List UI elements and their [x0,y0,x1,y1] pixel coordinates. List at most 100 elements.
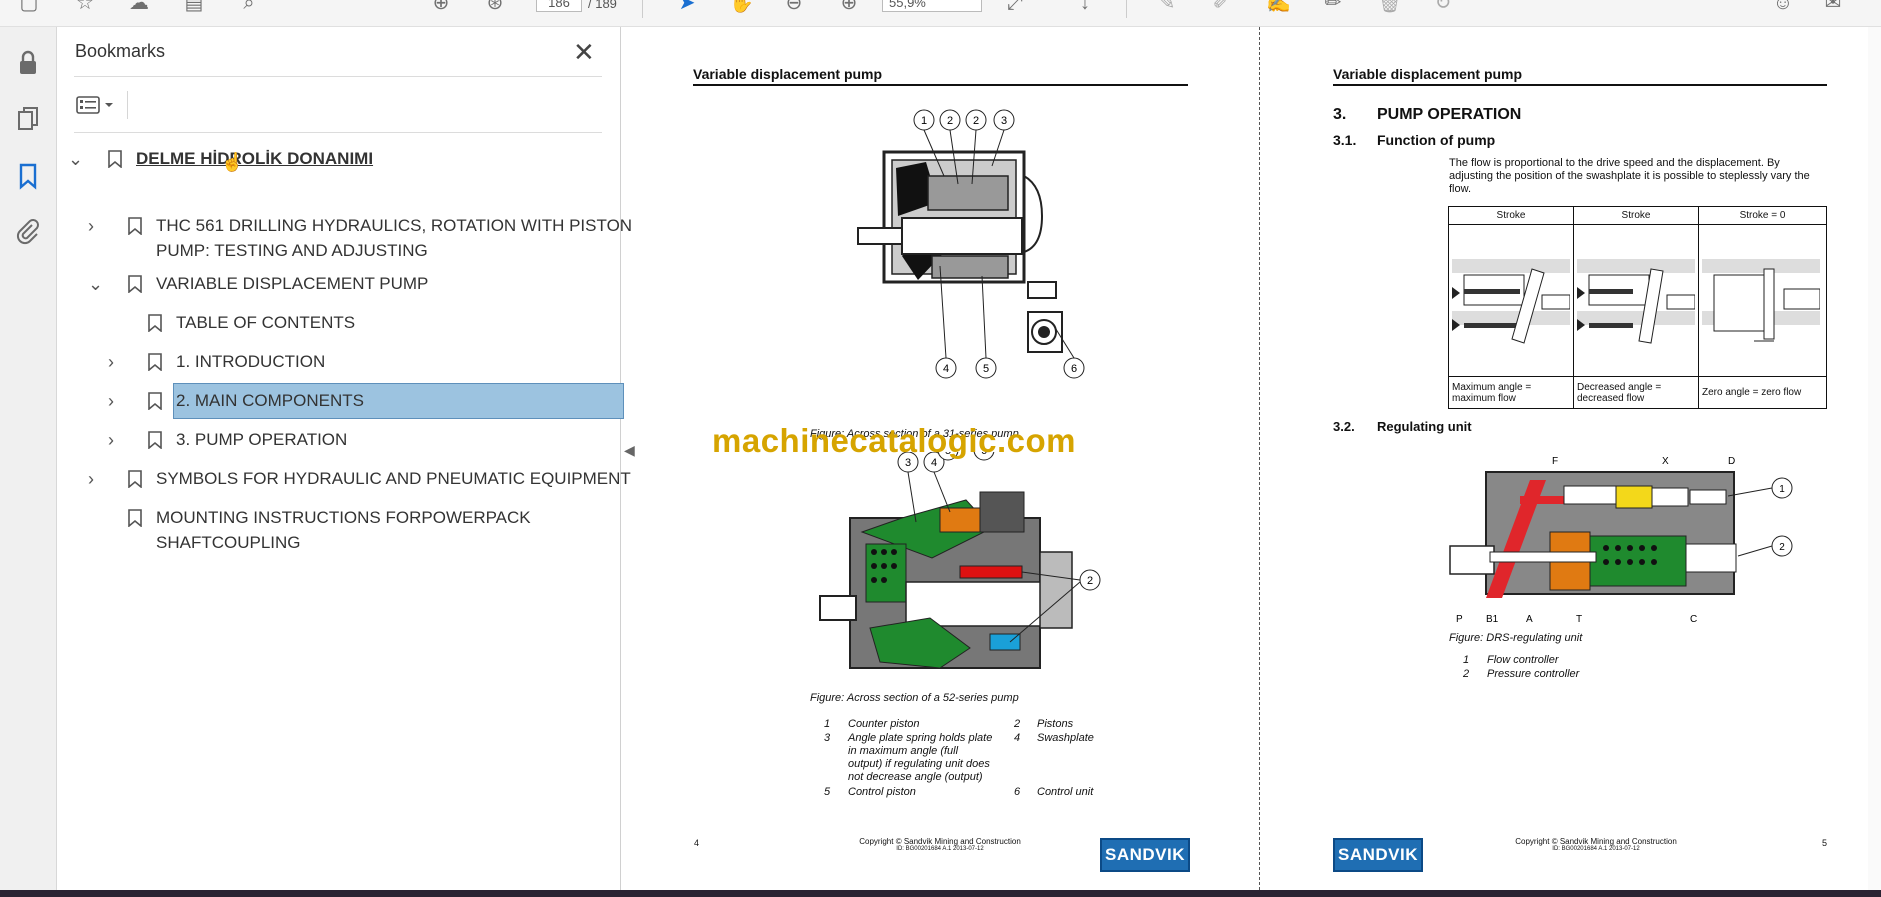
subsection-number: 3.2. [1333,419,1355,434]
legend-number: 2 [1463,668,1470,680]
document-id: ID: BG00201684 A.1 2013-07-12 [896,846,984,852]
bookmarks-icon[interactable] [12,160,44,192]
port-label: C [1690,614,1697,625]
legend-text: Flow controller [1487,654,1559,666]
chevron-right-icon[interactable]: › [108,386,122,416]
bookmark-item-symbols[interactable]: › SYMBOLS FOR HYDRAULIC AND PNEUMATIC EQ… [88,464,631,494]
bookmark-label-line2: PUMP: TESTING AND ADJUSTING [156,241,428,260]
toolbar-divider [1126,0,1127,18]
search-icon[interactable]: ⌕ [238,0,260,14]
table-caption: Zero angle = zero flow [1698,376,1827,409]
bookmark-item-toc[interactable]: TABLE OF CONTENTS [108,308,608,338]
section-number: 3. [1333,106,1347,123]
port-label: X [1662,456,1669,467]
mail-icon[interactable]: ✉ [1822,0,1844,14]
left-navigation-rail [0,27,57,897]
page-header: Variable displacement pump [693,66,883,82]
swashplate-decreased-diagram [1573,224,1699,377]
zoom-out-icon[interactable]: ⊖ [783,0,805,14]
bookmark-icon [148,392,162,410]
scroll-mode-icon[interactable]: ↓ [1074,0,1096,14]
bookmark-item-variable-pump[interactable]: ⌄ VARIABLE DISPLACEMENT PUMP [88,269,608,299]
zoom-field[interactable]: 55,9% [882,0,982,12]
page-header: Variable displacement pump [1333,66,1523,82]
bookmark-label: THC 561 DRILLING HYDRAULICS, ROTATION WI… [156,216,633,235]
legend-number: 5 [824,786,831,798]
chevron-right-icon[interactable]: › [108,347,122,377]
legend-number: 2 [1014,718,1021,730]
zoom-in-icon[interactable]: ⊕ [838,0,860,14]
rotate-icon[interactable]: ↻ [1432,0,1454,14]
delete-icon[interactable]: 🗑 [1377,0,1402,14]
chevron-down-icon[interactable]: ⌄ [68,144,83,174]
header-rule [1333,84,1827,86]
header-rule [693,84,1188,86]
table-header: Stroke [1448,206,1574,225]
select-cursor-icon[interactable]: ➤ [676,0,698,14]
copyright: Copyright © Sandvik Mining and Construct… [859,837,1021,846]
bookmark-label: 3. PUMP OPERATION [176,430,348,449]
collapse-panel-icon[interactable]: ◀ [624,442,638,472]
bookmark-icon [148,314,162,332]
page-down-icon[interactable]: ⊛ [484,0,506,14]
bookmark-label: VARIABLE DISPLACEMENT PUMP [156,274,429,293]
page-number: 5 [1822,838,1828,848]
attachment-icon[interactable] [12,216,44,248]
page-number: 4 [694,838,700,848]
bookmark-options-button[interactable] [75,91,121,119]
legend-text: Swashplate [1037,732,1094,744]
bookmark-item-main-components[interactable]: › 2. MAIN COMPONENTS [108,383,624,419]
chevron-right-icon[interactable]: › [88,211,102,241]
print-icon[interactable]: ▤ [183,0,205,14]
bookmark-star-icon[interactable]: ☆ [74,0,96,14]
callout: 3 [1001,115,1007,127]
bookmark-label: 2. MAIN COMPONENTS [173,383,624,419]
callout: 2 [947,115,953,127]
divider [74,132,602,133]
bookmark-label: SYMBOLS FOR HYDRAULIC AND PNEUMATIC EQUI… [156,469,631,488]
account-icon[interactable]: ☺ [1772,0,1794,14]
chevron-right-icon[interactable]: › [108,425,122,455]
highlight-icon[interactable]: ✐ [1210,0,1232,14]
close-icon[interactable]: ✕ [573,37,595,68]
bookmarks-title: Bookmarks [75,41,166,61]
bookmark-item-pump-operation[interactable]: › 3. PUMP OPERATION [108,425,608,455]
subsection-title: Function of pump [1377,132,1496,148]
chevron-right-icon[interactable]: › [88,464,102,494]
cloud-icon[interactable]: ☁ [128,0,150,14]
legend-text: in maximum angle (full [848,745,959,757]
vertical-scrollbar[interactable] [1868,27,1881,890]
fit-page-icon[interactable]: ⤢ [1004,0,1026,14]
page-up-icon[interactable]: ⊕ [430,0,452,14]
hand-tool-icon[interactable]: ✋ [729,0,754,14]
callout: 2 [973,115,979,127]
port-label: D [1728,456,1735,467]
lock-icon[interactable] [12,47,44,79]
bookmark-item-introduction[interactable]: › 1. INTRODUCTION [108,347,608,377]
taskbar-edge [0,890,1881,897]
bookmark-item-mounting[interactable]: MOUNTING INSTRUCTIONS FORPOWERPACK SHAFT… [88,503,608,555]
chevron-down-icon[interactable]: ⌄ [88,269,103,299]
swashplate-max-diagram [1448,224,1574,377]
port-label: F [1552,456,1558,467]
comment-icon[interactable]: ✎ [1156,0,1178,14]
pages-icon[interactable] [12,103,44,135]
figure-caption: Figure: Across section of a 52-series pu… [810,692,1019,704]
legend-text: Control piston [848,786,916,798]
callout: 1 [921,115,927,127]
callout: 5 [983,363,989,375]
bookmark-item-thc561[interactable]: › THC 561 DRILLING HYDRAULICS, ROTATION … [88,211,632,263]
bookmark-label: TABLE OF CONTENTS [176,313,356,332]
toolbar-divider [642,0,643,18]
mouse-cursor-icon: ☝ [221,152,244,172]
bookmark-label: MOUNTING INSTRUCTIONS FORPOWERPACK [156,508,531,527]
legend-number: 1 [824,718,831,730]
callout: 2 [1779,542,1785,553]
bookmark-item-delme[interactable]: ⌄ DELME HİDROLİK DONANIMI ☝ [68,144,608,174]
draw-icon[interactable]: ✏ [1322,0,1344,14]
page-number-input[interactable]: 186 [536,0,582,12]
subsection-title: Regulating unit [1377,419,1472,434]
save-icon[interactable]: ▢ [18,0,40,14]
table-header: Stroke = 0 [1698,206,1827,225]
sign-icon[interactable]: ✍ [1266,0,1291,14]
